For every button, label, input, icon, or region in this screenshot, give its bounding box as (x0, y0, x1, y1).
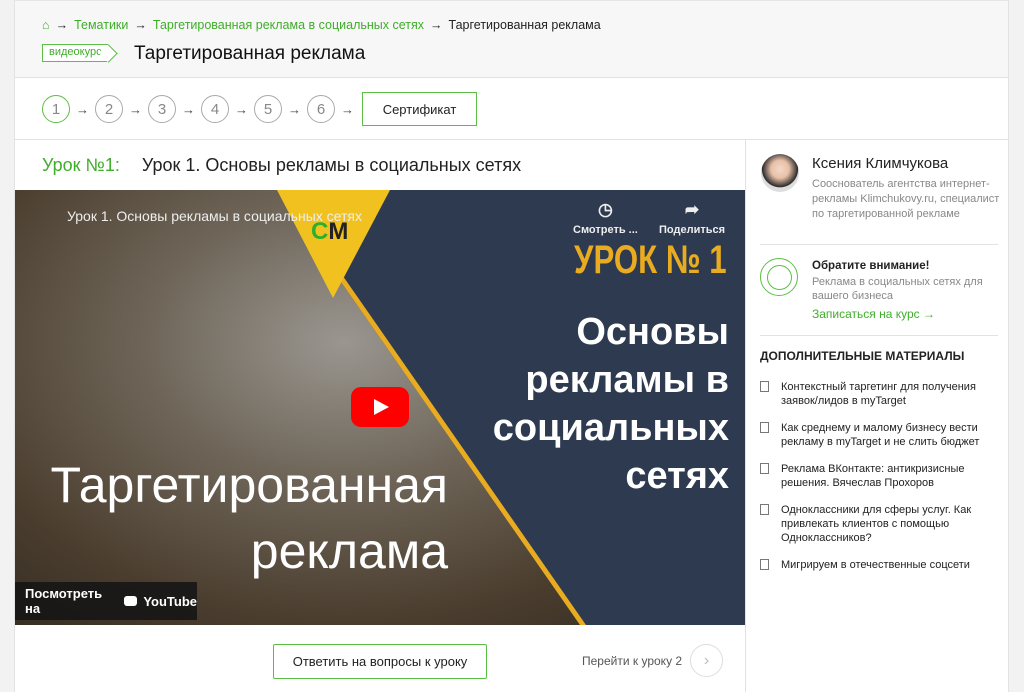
youtube-logo-icon (123, 596, 138, 606)
notice-title: Обратите внимание! (812, 260, 930, 272)
document-icon (760, 381, 769, 392)
watch-on-youtube-button[interactable]: Посмотреть на YouTube (15, 582, 197, 620)
headline-line: рекламы в (525, 359, 729, 401)
arrow-icon: → (129, 101, 142, 117)
page-title: Таргетированная реклама (134, 43, 366, 64)
arrow-icon: → (76, 101, 89, 117)
chevron-right-icon[interactable]: › (690, 644, 723, 677)
breadcrumb-link[interactable]: Таргетированная реклама в социальных сет… (153, 18, 424, 32)
home-icon[interactable]: ⌂ (42, 18, 50, 32)
divider (760, 335, 998, 336)
headline-line: Основы (576, 311, 729, 353)
document-icon (760, 559, 769, 570)
arrow-icon: → (182, 101, 195, 117)
material-item[interactable]: Контекстный таргетинг для получения заяв… (760, 380, 1000, 408)
author-description: Сооснователь агентства интернет-рекламы … (812, 178, 1000, 220)
breadcrumb-current: Таргетированная реклама (448, 18, 601, 32)
material-item[interactable]: Мигрируем в отечественные соцсети (760, 558, 1000, 572)
separator: → (430, 18, 443, 32)
document-icon (760, 463, 769, 474)
lesson-title: Урок 1. Основы рекламы в социальных сетя… (141, 155, 522, 175)
lesson-heading: Урок №1: Урок 1. Основы рекламы в социал… (42, 155, 521, 176)
channel-logo: CM (311, 218, 349, 245)
share-button[interactable]: ➦ Поделиться (659, 200, 725, 236)
step-1[interactable]: 1 (42, 95, 70, 123)
lesson-badge: УРОК № 1 (574, 238, 727, 282)
material-link[interactable]: Реклама ВКонтакте: антикризисные решения… (781, 462, 1000, 490)
lesson-number: Урок №1: (42, 155, 120, 175)
material-link[interactable]: Мигрируем в отечественные соцсети (781, 558, 970, 572)
share-icon: ➦ (684, 200, 700, 219)
material-link[interactable]: Контекстный таргетинг для получения заяв… (781, 380, 1000, 408)
page-header: ⌂ → Тематики → Таргетированная реклама в… (15, 0, 1008, 78)
clock-icon: ◷ (598, 200, 613, 219)
headline-line: социальных (492, 407, 729, 449)
step-4[interactable]: 4 (201, 95, 229, 123)
answer-questions-button[interactable]: Ответить на вопросы к уроку (273, 644, 487, 679)
document-icon (760, 504, 769, 515)
step-3[interactable]: 3 (148, 95, 176, 123)
materials-heading: ДОПОЛНИТЕЛЬНЫЕ МАТЕРИАЛЫ (760, 349, 965, 363)
headline-line: сетях (625, 455, 729, 497)
overlay-line: реклама (250, 523, 448, 579)
video-headline: Основы рекламы в социальных сетях (493, 308, 729, 500)
separator: → (55, 18, 69, 32)
lesson-steps: 1 → 2 → 3 → 4 → 5 → 6 → Сертификат (42, 92, 477, 126)
document-icon (760, 422, 769, 433)
breadcrumb-link[interactable]: Тематики (74, 18, 128, 32)
page: ⌂ → Тематики → Таргетированная реклама в… (14, 0, 1009, 692)
next-lesson-link[interactable]: Перейти к уроку 2 (582, 654, 682, 668)
step-6[interactable]: 6 (307, 95, 335, 123)
notice-text: Реклама в социальных сетях для вашего би… (812, 276, 983, 302)
arrow-icon: → (235, 101, 248, 117)
sidebar: Ксения Климчукова Сооснователь агентства… (745, 140, 1009, 692)
material-item[interactable]: Одноклассники для сферы услуг. Как привл… (760, 503, 1000, 545)
author-avatar (761, 154, 799, 192)
youtube-label: YouTube (143, 593, 197, 609)
play-button-icon[interactable] (351, 387, 409, 427)
arrow-icon: → (341, 101, 354, 117)
course-type-badge: видеокурс (42, 44, 108, 62)
certificate-button[interactable]: Сертификат (362, 92, 477, 126)
material-item[interactable]: Реклама ВКонтакте: антикризисные решения… (760, 462, 1000, 490)
step-5[interactable]: 5 (254, 95, 282, 123)
arrow-icon: → (288, 101, 301, 117)
watch-on-label: Посмотреть на (25, 586, 103, 616)
materials-list: Контекстный таргетинг для получения заяв… (760, 380, 1000, 585)
video-player[interactable]: Урок 1. Основы рекламы в социальных сетя… (15, 190, 745, 625)
enroll-link[interactable]: Записаться на курс → (812, 307, 935, 321)
author-name: Ксения Климчукова (812, 155, 949, 172)
video-overlay-text: Таргетированная реклама (33, 452, 448, 584)
divider (760, 244, 998, 245)
material-link[interactable]: Как среднему и малому бизнесу вести рекл… (781, 421, 1000, 449)
watch-later-button[interactable]: ◷ Смотреть ... (573, 200, 638, 236)
separator: → (134, 18, 147, 32)
overlay-line: Таргетированная (50, 457, 448, 513)
material-link[interactable]: Одноклассники для сферы услуг. Как привл… (781, 503, 1000, 545)
target-icon (760, 258, 798, 296)
material-item[interactable]: Как среднему и малому бизнесу вести рекл… (760, 421, 1000, 449)
watch-later-label: Смотреть ... (573, 224, 638, 236)
breadcrumb: ⌂ → Тематики → Таргетированная реклама в… (42, 18, 601, 32)
share-label: Поделиться (659, 224, 726, 236)
step-2[interactable]: 2 (95, 95, 123, 123)
